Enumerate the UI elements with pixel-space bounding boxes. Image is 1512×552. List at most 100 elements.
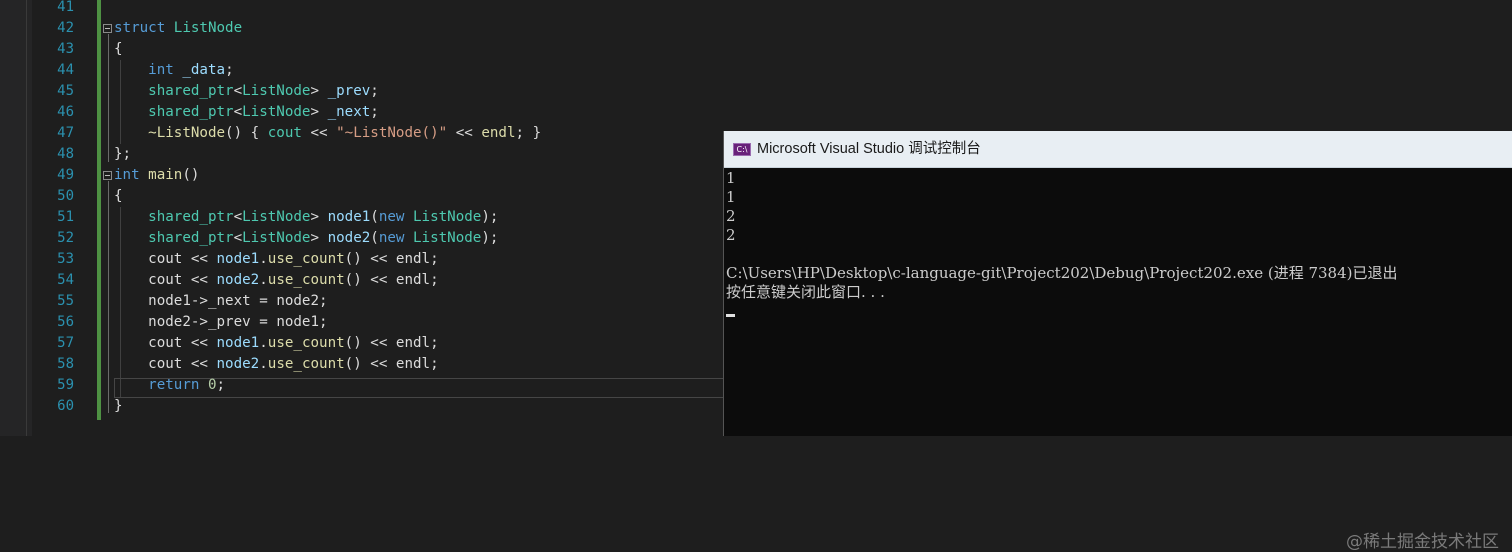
code-token: "~ListNode()" [336,125,448,141]
code-token: > [310,104,328,120]
code-token: shared_ptr [148,209,234,225]
code-token: cout << [148,356,217,372]
code-token: endl [481,125,516,141]
code-line[interactable]: int main() [114,165,199,186]
code-token: shared_ptr [148,230,234,246]
code-token: ~ListNode [148,125,226,141]
code-line[interactable]: { [114,39,123,60]
code-token: < [233,83,243,99]
code-line[interactable]: shared_ptr<ListNode> _next; [114,102,379,123]
code-line[interactable]: } [114,396,123,417]
code-token: > [310,83,328,99]
code-token: ; [225,62,234,78]
code-token: ); [481,230,499,246]
code-token: . [259,251,268,267]
code-token: shared_ptr [148,104,234,120]
console-title: Microsoft Visual Studio 调试控制台 [757,141,981,157]
code-token: > [310,209,328,225]
code-token: new [378,209,405,225]
code-token: struct [114,20,166,36]
code-token: endl; [395,356,439,372]
code-token: () << [344,251,396,267]
code-token: ; [216,377,226,393]
code-token: . [259,356,268,372]
code-line[interactable]: cout << node2.use_count() << endl; [114,270,439,291]
code-token: main [148,167,183,183]
code-token: () << [344,335,396,351]
code-token: _next = [207,293,277,309]
code-line[interactable]: struct ListNode [114,18,242,39]
code-token: use_count [267,272,345,288]
debug-console-window[interactable]: C:\ Microsoft Visual Studio 调试控制台 1 1 2 2 C:… [723,131,1512,552]
code-token: node1-> [148,293,208,309]
code-line[interactable]: shared_ptr<ListNode> node2(new ListNode)… [114,228,498,249]
watermark: @稀土掘金技术社区 [1346,532,1499,552]
code-line[interactable]: node2->_prev = node1; [114,312,327,333]
code-token: () { [225,125,268,141]
code-line[interactable]: ~ListNode() { cout << "~ListNode()" << e… [114,123,541,144]
code-token: new [378,230,405,246]
code-line[interactable]: { [114,186,123,207]
code-token: ListNode [413,209,482,225]
console-output[interactable]: 1 1 2 2 C:\Users\HP\Desktop\c-language-git\P… [726,169,1512,302]
code-line[interactable]: cout << node1.use_count() << endl; [114,333,438,354]
code-token: ); [481,209,499,225]
code-token: cout << [148,272,217,288]
code-token: > [310,230,328,246]
code-line[interactable]: }; [114,144,131,165]
code-line[interactable]: shared_ptr<ListNode> _prev; [114,81,379,102]
code-token: endl; [395,251,439,267]
code-token: _prev [327,83,371,99]
code-token: use_count [267,335,345,351]
code-token: ListNode [242,209,311,225]
code-token: ( [370,230,379,246]
console-titlebar[interactable]: C:\ Microsoft Visual Studio 调试控制台 [724,131,1512,168]
code-token: 0 [207,377,217,393]
code-token: int [114,167,140,183]
code-token: use_count [267,356,345,372]
code-token: . [259,335,268,351]
code-token: }; [114,146,132,162]
code-token: () << [344,356,396,372]
code-token: ; } [515,125,542,141]
code-token: node1 [327,209,371,225]
console-output-line: 按任意键关闭此窗口. . . [726,283,885,301]
code-token: ; [370,83,379,99]
code-line[interactable]: return 0; [114,375,225,396]
code-token: << [301,125,337,141]
code-token: _data [182,62,226,78]
console-output-line: 2 [726,207,736,225]
code-token: ; [370,104,379,120]
code-token: _next [327,104,371,120]
code-line[interactable]: shared_ptr<ListNode> node1(new ListNode)… [114,207,498,228]
code-token: endl; [395,272,439,288]
code-line[interactable]: cout << node2.use_count() << endl; [114,354,439,375]
code-token: _prev = [207,314,277,330]
code-line[interactable]: int _data; [114,60,234,81]
code-token: ( [370,209,379,225]
code-token: shared_ptr [148,83,234,99]
code-token: ListNode [242,83,311,99]
code-token: . [259,272,268,288]
console-output-line: 1 [726,188,736,206]
console-output-line: 1 [726,169,736,187]
code-token: node1 [216,335,260,351]
console-app-icon: C:\ [733,143,751,156]
code-line[interactable]: node1->_next = node2; [114,291,327,312]
code-token: ListNode [242,230,311,246]
code-token: int [148,62,174,78]
code-line[interactable]: cout << node1.use_count() << endl; [114,249,439,270]
code-token: () [182,167,200,183]
